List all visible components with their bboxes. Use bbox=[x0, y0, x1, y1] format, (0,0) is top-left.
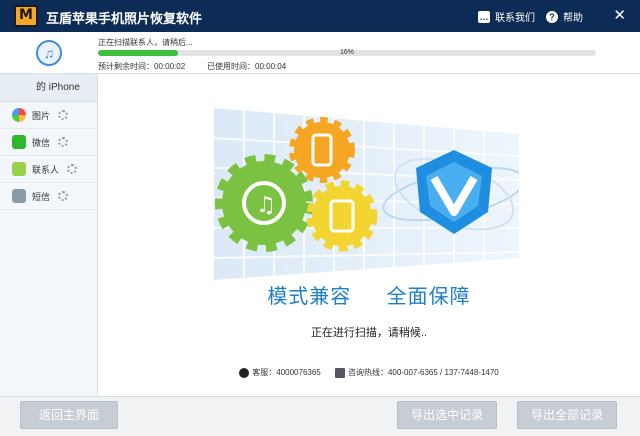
slogan-right: 全面保障 bbox=[386, 284, 471, 308]
contact-us-button[interactable]: … 联系我们 bbox=[478, 9, 535, 24]
loading-spinner-icon bbox=[58, 110, 69, 120]
sidebar-item-wechat[interactable]: 微信 bbox=[0, 129, 97, 156]
chat-icon: … bbox=[478, 10, 490, 23]
slogan-left: 模式兼容 bbox=[267, 284, 352, 308]
export-all-button[interactable]: 导出全部记录 bbox=[517, 401, 617, 429]
svg-text:♫: ♫ bbox=[256, 193, 276, 218]
title-bar: 互盾苹果手机照片恢复软件 … 联系我们 ? 帮助 ✕ bbox=[0, 0, 640, 32]
help-icon: ? bbox=[546, 10, 558, 23]
sidebar-item-label: 图片 bbox=[32, 110, 51, 121]
sms-icon bbox=[12, 189, 26, 203]
help-button[interactable]: ? 帮助 bbox=[546, 9, 583, 24]
sidebar-item-label: 短信 bbox=[32, 191, 51, 202]
orange-gear-phone-icon bbox=[289, 117, 355, 183]
app-logo-icon bbox=[14, 5, 38, 27]
time-remaining: 预计剩余时间：00:00:02 bbox=[98, 62, 186, 71]
footer-bar: 返回主界面 导出选中记录 导出全部记录 bbox=[0, 396, 640, 436]
loading-spinner-icon bbox=[58, 137, 69, 147]
slogan: 模式兼容 全面保障 bbox=[98, 280, 640, 309]
sidebar: 的 iPhone 图片 微信 联系人 短信 bbox=[0, 74, 98, 396]
contact-us-label: 联系我们 bbox=[495, 13, 535, 24]
loading-spinner-icon bbox=[67, 164, 78, 174]
progress-fill bbox=[98, 50, 178, 56]
device-name: 的 iPhone bbox=[0, 74, 97, 102]
qq-support: 客服：4000076365 bbox=[239, 367, 321, 378]
hotline-support: 咨询热线：400-007-6365 / 137-7448-1470 bbox=[334, 367, 499, 378]
photos-icon bbox=[12, 108, 26, 122]
scan-status-text: 正在扫描联系人，请稍后... bbox=[98, 38, 193, 47]
music-device-icon: ♫ bbox=[36, 40, 62, 66]
time-used: 已使用时间：00:00:04 bbox=[207, 62, 287, 71]
sidebar-item-sms[interactable]: 短信 bbox=[0, 183, 97, 210]
sidebar-item-contacts[interactable]: 联系人 bbox=[0, 156, 97, 183]
qq-icon bbox=[239, 367, 250, 378]
phone-icon bbox=[334, 367, 345, 378]
main-panel: ♫ 模式兼容 全面保障 正在进行扫描，请稍候.. 客服：4000076365 咨… bbox=[98, 74, 640, 396]
sidebar-item-label: 联系人 bbox=[32, 164, 60, 175]
support-info: 客服：4000076365 咨询热线：400-007-6365 / 137-74… bbox=[98, 367, 640, 380]
yellow-gear-tablet-icon bbox=[306, 180, 378, 252]
back-to-home-button[interactable]: 返回主界面 bbox=[20, 401, 118, 429]
sidebar-item-label: 微信 bbox=[32, 137, 51, 148]
scan-progress-panel: ♫ 正在扫描联系人，请稍后... 16% 预计剩余时间：00:00:02 已使用… bbox=[0, 32, 640, 74]
close-button[interactable]: ✕ bbox=[613, 6, 626, 24]
help-label: 帮助 bbox=[563, 13, 583, 24]
loading-spinner-icon bbox=[58, 191, 69, 201]
app-title: 互盾苹果手机照片恢复软件 bbox=[46, 11, 203, 26]
green-gear-music-icon: ♫ bbox=[215, 154, 313, 252]
scanning-message: 正在进行扫描，请稍候.. bbox=[310, 327, 428, 339]
sidebar-item-photos[interactable]: 图片 bbox=[0, 102, 97, 129]
scan-illustration: ♫ bbox=[214, 108, 519, 280]
wechat-icon bbox=[12, 135, 26, 149]
hotline-label: 咨询热线：400-007-6365 / 137-7448-1470 bbox=[347, 368, 499, 377]
contacts-icon bbox=[12, 162, 26, 176]
export-selected-button[interactable]: 导出选中记录 bbox=[397, 401, 497, 429]
qq-label: 客服：4000076365 bbox=[252, 368, 321, 377]
progress-percent: 16% bbox=[340, 49, 355, 56]
